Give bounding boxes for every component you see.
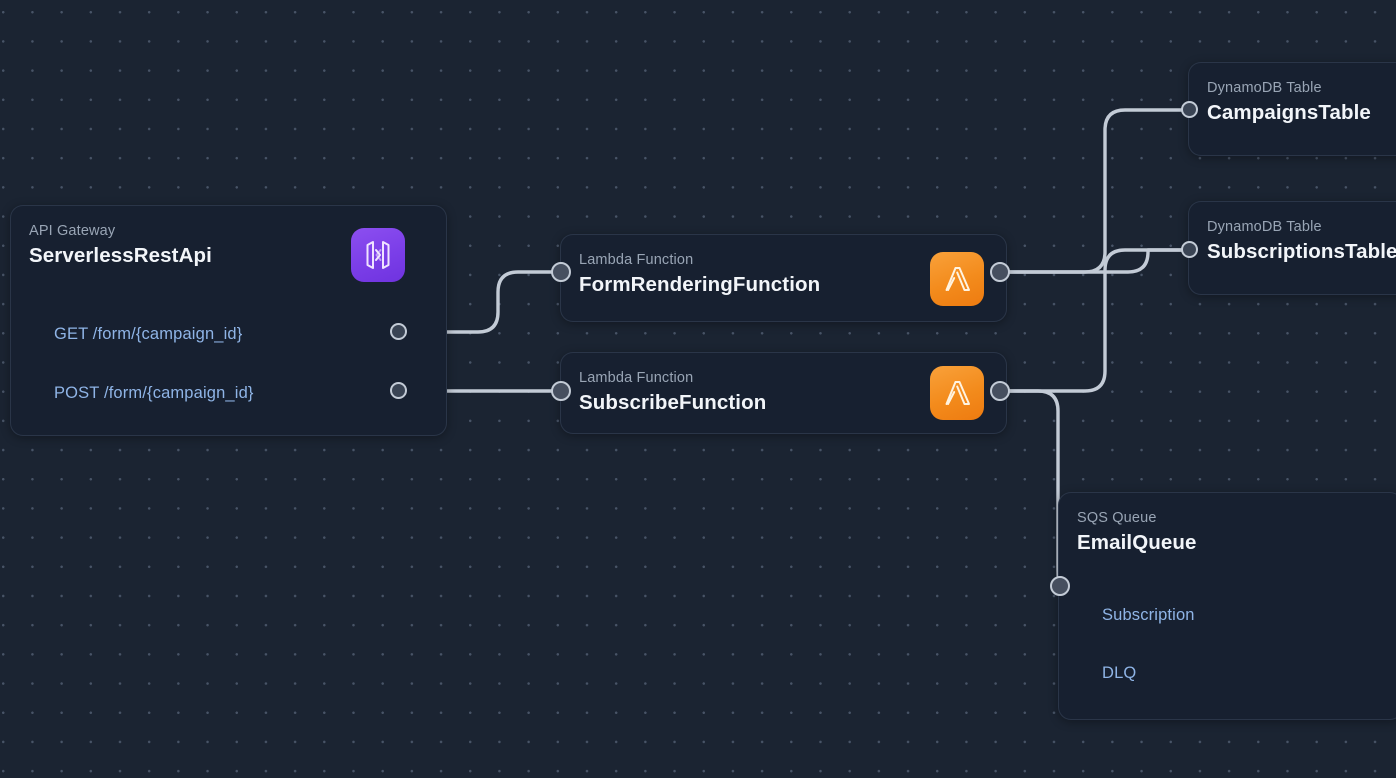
api-gateway-icon bbox=[351, 228, 405, 282]
port-subscriptions-input[interactable] bbox=[1181, 241, 1198, 258]
node-type-label: Lambda Function bbox=[579, 370, 694, 386]
node-title-label: FormRenderingFunction bbox=[579, 273, 821, 296]
node-type-label: SQS Queue bbox=[1077, 510, 1157, 526]
edge-formfn-to-subscriptions bbox=[998, 248, 1192, 274]
port-emailqueue-input[interactable] bbox=[1050, 576, 1070, 596]
api-route-get-label: GET /form/{campaign_id} bbox=[54, 325, 243, 343]
queue-child-subscription[interactable]: Subscription bbox=[1059, 600, 1396, 630]
email-queue-header: SQS Queue EmailQueue bbox=[1059, 493, 1396, 556]
node-title-label: CampaignsTable bbox=[1207, 101, 1371, 124]
node-title-label: EmailQueue bbox=[1077, 531, 1197, 554]
node-email-queue[interactable]: SQS Queue EmailQueue Subscription DLQ bbox=[1058, 492, 1396, 720]
api-route-get[interactable]: GET /form/{campaign_id} bbox=[11, 319, 446, 349]
edge-subscribefn-to-emailqueue bbox=[998, 389, 1062, 588]
diagram-canvas[interactable]: API Gateway ServerlessRestApi GET /form/… bbox=[0, 0, 1396, 778]
node-campaigns-table[interactable]: DynamoDB Table CampaignsTable bbox=[1188, 62, 1396, 156]
api-route-post[interactable]: POST /form/{campaign_id} bbox=[11, 378, 446, 408]
lambda-icon bbox=[930, 252, 984, 306]
node-type-label: Lambda Function bbox=[579, 252, 694, 268]
queue-child-dlq[interactable]: DLQ bbox=[1059, 658, 1396, 688]
campaigns-table-header: DynamoDB Table CampaignsTable bbox=[1189, 63, 1396, 126]
node-title-label: SubscriptionsTable bbox=[1207, 240, 1396, 263]
edge-formfn-to-campaigns bbox=[998, 108, 1192, 274]
api-route-post-label: POST /form/{campaign_id} bbox=[54, 384, 254, 402]
node-type-label: DynamoDB Table bbox=[1207, 80, 1322, 96]
node-type-label: DynamoDB Table bbox=[1207, 219, 1322, 235]
subscriptions-table-header: DynamoDB Table SubscriptionsTable bbox=[1189, 202, 1396, 265]
port-formfn-input[interactable] bbox=[551, 262, 571, 282]
edge-subscribefn-to-subscriptions bbox=[998, 248, 1192, 393]
port-subscribefn-output[interactable] bbox=[990, 381, 1010, 401]
node-form-rendering-function[interactable]: Lambda Function FormRenderingFunction bbox=[560, 234, 1007, 322]
port-campaigns-input[interactable] bbox=[1181, 101, 1198, 118]
lambda-icon bbox=[930, 366, 984, 420]
port-api-get-output[interactable] bbox=[390, 323, 407, 340]
queue-child-subscription-label: Subscription bbox=[1102, 606, 1195, 624]
node-subscribe-function[interactable]: Lambda Function SubscribeFunction bbox=[560, 352, 1007, 434]
port-formfn-output[interactable] bbox=[990, 262, 1010, 282]
port-subscribefn-input[interactable] bbox=[551, 381, 571, 401]
node-api-gateway[interactable]: API Gateway ServerlessRestApi GET /form/… bbox=[10, 205, 447, 436]
node-title-label: SubscribeFunction bbox=[579, 391, 767, 414]
port-api-post-output[interactable] bbox=[390, 382, 407, 399]
queue-child-dlq-label: DLQ bbox=[1102, 664, 1137, 682]
node-subscriptions-table[interactable]: DynamoDB Table SubscriptionsTable bbox=[1188, 201, 1396, 295]
